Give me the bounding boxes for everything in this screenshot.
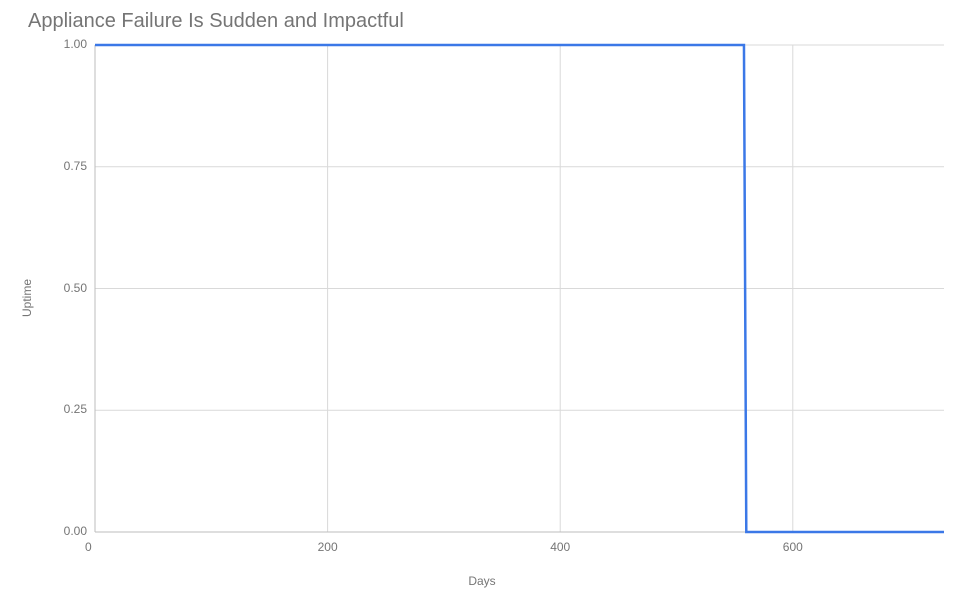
x-tick-label: 600	[783, 540, 803, 554]
y-tick-label: 1.00	[64, 37, 87, 51]
y-tick-label: 0.75	[64, 159, 87, 173]
y-tick-label: 0.25	[64, 402, 87, 416]
x-tick-label: 0	[85, 540, 92, 554]
x-tick-label: 200	[318, 540, 338, 554]
y-tick-label: 0.00	[64, 524, 87, 538]
chart-svg	[0, 0, 964, 596]
y-tick-label: 0.50	[64, 281, 87, 295]
chart-area	[0, 0, 964, 596]
x-tick-label: 400	[550, 540, 570, 554]
